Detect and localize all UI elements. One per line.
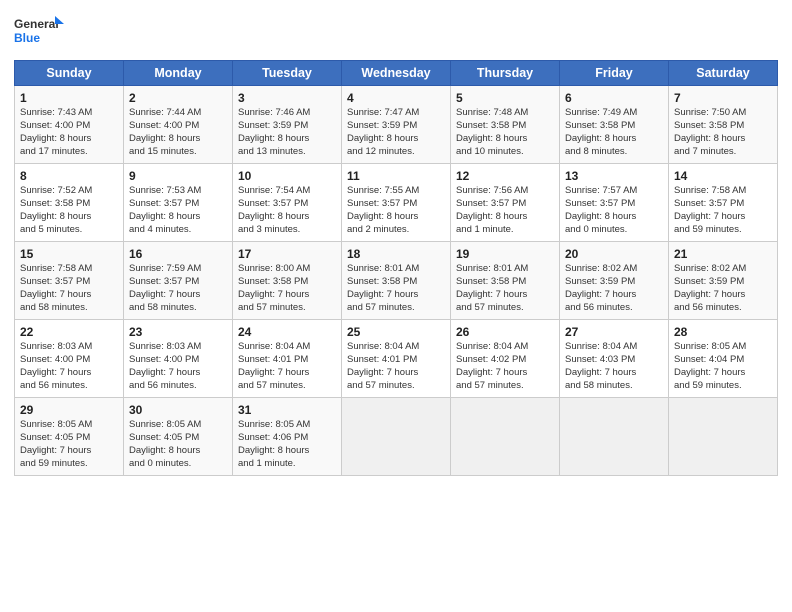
- day-cell: 14Sunrise: 7:58 AMSunset: 3:57 PMDayligh…: [669, 164, 778, 242]
- day-cell: 28Sunrise: 8:05 AMSunset: 4:04 PMDayligh…: [669, 320, 778, 398]
- day-cell: 24Sunrise: 8:04 AMSunset: 4:01 PMDayligh…: [233, 320, 342, 398]
- day-number: 20: [565, 246, 663, 262]
- day-number: 25: [347, 324, 445, 340]
- day-number: 30: [129, 402, 227, 418]
- day-number: 21: [674, 246, 772, 262]
- day-number: 29: [20, 402, 118, 418]
- col-header-thursday: Thursday: [451, 61, 560, 86]
- day-cell: 30Sunrise: 8:05 AMSunset: 4:05 PMDayligh…: [124, 398, 233, 476]
- day-number: 12: [456, 168, 554, 184]
- day-number: 27: [565, 324, 663, 340]
- day-cell: 3Sunrise: 7:46 AMSunset: 3:59 PMDaylight…: [233, 86, 342, 164]
- day-cell: 18Sunrise: 8:01 AMSunset: 3:58 PMDayligh…: [342, 242, 451, 320]
- day-number: 31: [238, 402, 336, 418]
- svg-text:General: General: [14, 17, 59, 31]
- calendar-table: SundayMondayTuesdayWednesdayThursdayFrid…: [14, 60, 778, 476]
- col-header-saturday: Saturday: [669, 61, 778, 86]
- day-cell: [669, 398, 778, 476]
- day-number: 14: [674, 168, 772, 184]
- col-header-wednesday: Wednesday: [342, 61, 451, 86]
- day-cell: 5Sunrise: 7:48 AMSunset: 3:58 PMDaylight…: [451, 86, 560, 164]
- day-cell: 2Sunrise: 7:44 AMSunset: 4:00 PMDaylight…: [124, 86, 233, 164]
- day-cell: 7Sunrise: 7:50 AMSunset: 3:58 PMDaylight…: [669, 86, 778, 164]
- week-row-2: 8Sunrise: 7:52 AMSunset: 3:58 PMDaylight…: [15, 164, 778, 242]
- day-number: 6: [565, 90, 663, 106]
- day-cell: [560, 398, 669, 476]
- day-cell: [451, 398, 560, 476]
- day-cell: 1Sunrise: 7:43 AMSunset: 4:00 PMDaylight…: [15, 86, 124, 164]
- svg-text:Blue: Blue: [14, 31, 40, 45]
- day-number: 16: [129, 246, 227, 262]
- week-row-4: 22Sunrise: 8:03 AMSunset: 4:00 PMDayligh…: [15, 320, 778, 398]
- day-number: 7: [674, 90, 772, 106]
- week-row-5: 29Sunrise: 8:05 AMSunset: 4:05 PMDayligh…: [15, 398, 778, 476]
- day-number: 26: [456, 324, 554, 340]
- logo-svg: General Blue: [14, 12, 64, 50]
- day-number: 15: [20, 246, 118, 262]
- day-cell: 11Sunrise: 7:55 AMSunset: 3:57 PMDayligh…: [342, 164, 451, 242]
- day-cell: 9Sunrise: 7:53 AMSunset: 3:57 PMDaylight…: [124, 164, 233, 242]
- day-cell: 25Sunrise: 8:04 AMSunset: 4:01 PMDayligh…: [342, 320, 451, 398]
- day-number: 23: [129, 324, 227, 340]
- logo: General Blue: [14, 12, 64, 50]
- day-cell: [342, 398, 451, 476]
- day-cell: 20Sunrise: 8:02 AMSunset: 3:59 PMDayligh…: [560, 242, 669, 320]
- day-number: 28: [674, 324, 772, 340]
- day-cell: 19Sunrise: 8:01 AMSunset: 3:58 PMDayligh…: [451, 242, 560, 320]
- day-number: 19: [456, 246, 554, 262]
- day-number: 9: [129, 168, 227, 184]
- day-cell: 27Sunrise: 8:04 AMSunset: 4:03 PMDayligh…: [560, 320, 669, 398]
- day-number: 11: [347, 168, 445, 184]
- day-number: 18: [347, 246, 445, 262]
- col-header-sunday: Sunday: [15, 61, 124, 86]
- day-number: 5: [456, 90, 554, 106]
- week-row-3: 15Sunrise: 7:58 AMSunset: 3:57 PMDayligh…: [15, 242, 778, 320]
- day-number: 4: [347, 90, 445, 106]
- day-cell: 31Sunrise: 8:05 AMSunset: 4:06 PMDayligh…: [233, 398, 342, 476]
- day-cell: 4Sunrise: 7:47 AMSunset: 3:59 PMDaylight…: [342, 86, 451, 164]
- day-number: 1: [20, 90, 118, 106]
- week-row-1: 1Sunrise: 7:43 AMSunset: 4:00 PMDaylight…: [15, 86, 778, 164]
- page-container: General Blue SundayMondayTuesdayWednesda…: [0, 0, 792, 486]
- day-cell: 22Sunrise: 8:03 AMSunset: 4:00 PMDayligh…: [15, 320, 124, 398]
- day-number: 8: [20, 168, 118, 184]
- day-cell: 12Sunrise: 7:56 AMSunset: 3:57 PMDayligh…: [451, 164, 560, 242]
- day-cell: 29Sunrise: 8:05 AMSunset: 4:05 PMDayligh…: [15, 398, 124, 476]
- day-cell: 23Sunrise: 8:03 AMSunset: 4:00 PMDayligh…: [124, 320, 233, 398]
- day-cell: 26Sunrise: 8:04 AMSunset: 4:02 PMDayligh…: [451, 320, 560, 398]
- day-number: 13: [565, 168, 663, 184]
- day-cell: 8Sunrise: 7:52 AMSunset: 3:58 PMDaylight…: [15, 164, 124, 242]
- day-cell: 13Sunrise: 7:57 AMSunset: 3:57 PMDayligh…: [560, 164, 669, 242]
- day-number: 2: [129, 90, 227, 106]
- day-number: 10: [238, 168, 336, 184]
- col-header-friday: Friday: [560, 61, 669, 86]
- day-cell: 16Sunrise: 7:59 AMSunset: 3:57 PMDayligh…: [124, 242, 233, 320]
- day-number: 3: [238, 90, 336, 106]
- header: General Blue: [14, 12, 778, 50]
- col-header-monday: Monday: [124, 61, 233, 86]
- day-cell: 21Sunrise: 8:02 AMSunset: 3:59 PMDayligh…: [669, 242, 778, 320]
- day-number: 22: [20, 324, 118, 340]
- day-cell: 15Sunrise: 7:58 AMSunset: 3:57 PMDayligh…: [15, 242, 124, 320]
- day-cell: 6Sunrise: 7:49 AMSunset: 3:58 PMDaylight…: [560, 86, 669, 164]
- day-number: 17: [238, 246, 336, 262]
- header-row: SundayMondayTuesdayWednesdayThursdayFrid…: [15, 61, 778, 86]
- day-cell: 17Sunrise: 8:00 AMSunset: 3:58 PMDayligh…: [233, 242, 342, 320]
- day-cell: 10Sunrise: 7:54 AMSunset: 3:57 PMDayligh…: [233, 164, 342, 242]
- day-number: 24: [238, 324, 336, 340]
- col-header-tuesday: Tuesday: [233, 61, 342, 86]
